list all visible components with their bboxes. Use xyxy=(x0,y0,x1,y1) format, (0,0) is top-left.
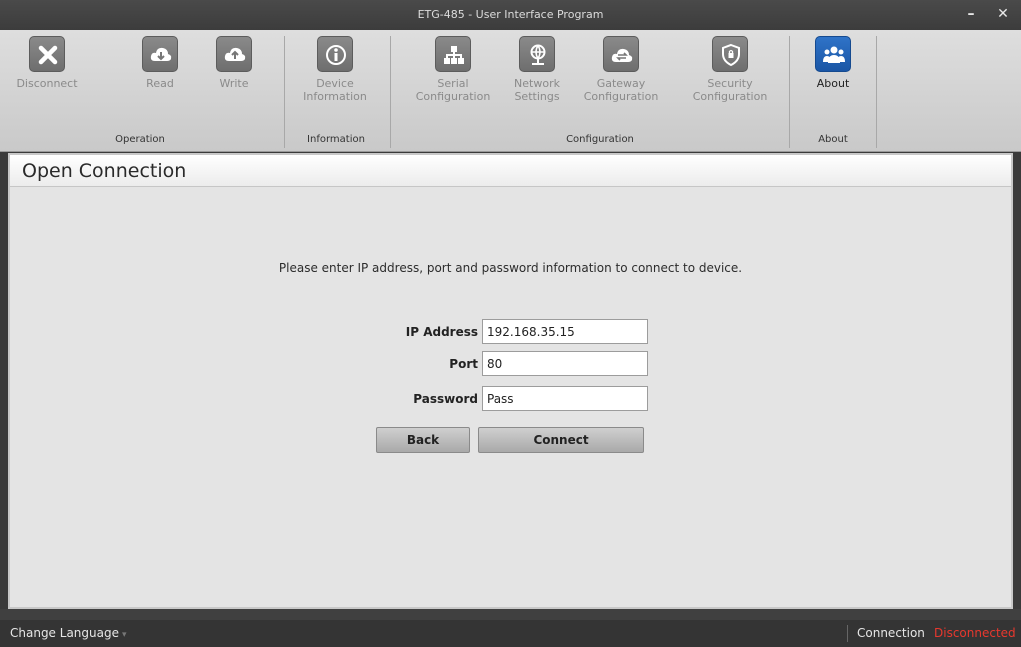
close-x-icon xyxy=(29,36,65,72)
ribbon-separator xyxy=(284,36,285,148)
about-button[interactable]: About xyxy=(805,36,861,132)
back-button[interactable]: Back xyxy=(376,427,470,453)
device-information-label: Device Information xyxy=(303,77,367,103)
cloud-upload-icon xyxy=(216,36,252,72)
group-label-about: About xyxy=(818,134,848,145)
write-button[interactable]: Write xyxy=(206,36,262,132)
about-label: About xyxy=(816,77,850,90)
change-language-button[interactable]: Change Language ▾ xyxy=(10,620,127,647)
panel-header: Open Connection xyxy=(10,155,1011,187)
security-configuration-button[interactable]: Security Configuration xyxy=(680,36,780,132)
bottom-strip xyxy=(0,609,1021,620)
gateway-configuration-label: Gateway Configuration xyxy=(583,77,659,103)
instruction-text: Please enter IP address, port and passwo… xyxy=(278,261,743,275)
ribbon-toolbar: Disconnect Read Write Operation Device I… xyxy=(0,30,1021,152)
minimize-button[interactable]: – xyxy=(960,4,982,24)
password-label: Password xyxy=(413,392,478,406)
read-label: Read xyxy=(146,77,174,90)
write-label: Write xyxy=(219,77,249,90)
shield-icon xyxy=(712,36,748,72)
security-configuration-label: Security Configuration xyxy=(692,77,768,103)
close-window-button[interactable]: ✕ xyxy=(992,4,1014,24)
serial-tree-icon xyxy=(435,36,471,72)
title-bar: ETG-485 - User Interface Program – ✕ xyxy=(0,0,1021,30)
port-label: Port xyxy=(449,357,478,371)
open-connection-panel: Open Connection Please enter IP address,… xyxy=(8,153,1013,609)
chevron-down-icon: ▾ xyxy=(121,630,127,640)
status-bar: Change Language ▾ Connection Disconnected xyxy=(0,620,1021,647)
group-label-information: Information xyxy=(307,134,365,145)
group-label-operation: Operation xyxy=(115,134,165,145)
users-icon xyxy=(815,36,851,72)
ribbon-separator xyxy=(876,36,877,148)
disconnect-button[interactable]: Disconnect xyxy=(14,36,80,132)
serial-configuration-button[interactable]: Serial Configuration xyxy=(406,36,500,132)
gateway-configuration-button[interactable]: Gateway Configuration xyxy=(574,36,668,132)
password-input[interactable] xyxy=(482,386,648,411)
connection-status: Disconnected xyxy=(934,626,1016,640)
port-input[interactable] xyxy=(482,351,648,376)
ribbon-separator xyxy=(390,36,391,148)
device-information-button[interactable]: Device Information xyxy=(290,36,380,132)
network-settings-label: Network Settings xyxy=(514,77,560,103)
network-settings-button[interactable]: Network Settings xyxy=(508,36,566,132)
connect-button[interactable]: Connect xyxy=(478,427,644,453)
change-language-label: Change Language xyxy=(10,626,119,640)
network-globe-icon xyxy=(519,36,555,72)
status-divider xyxy=(847,625,848,642)
disconnect-label: Disconnect xyxy=(16,77,78,90)
read-button[interactable]: Read xyxy=(132,36,188,132)
info-icon xyxy=(317,36,353,72)
cloud-download-icon xyxy=(142,36,178,72)
connection-label: Connection xyxy=(857,626,925,640)
window-title: ETG-485 - User Interface Program xyxy=(417,8,604,21)
serial-configuration-label: Serial Configuration xyxy=(415,77,491,103)
ip-address-input[interactable] xyxy=(482,319,648,344)
group-label-configuration: Configuration xyxy=(566,134,634,145)
page-title: Open Connection xyxy=(22,160,187,182)
gateway-cloud-icon xyxy=(603,36,639,72)
ip-address-label: IP Address xyxy=(405,325,478,339)
